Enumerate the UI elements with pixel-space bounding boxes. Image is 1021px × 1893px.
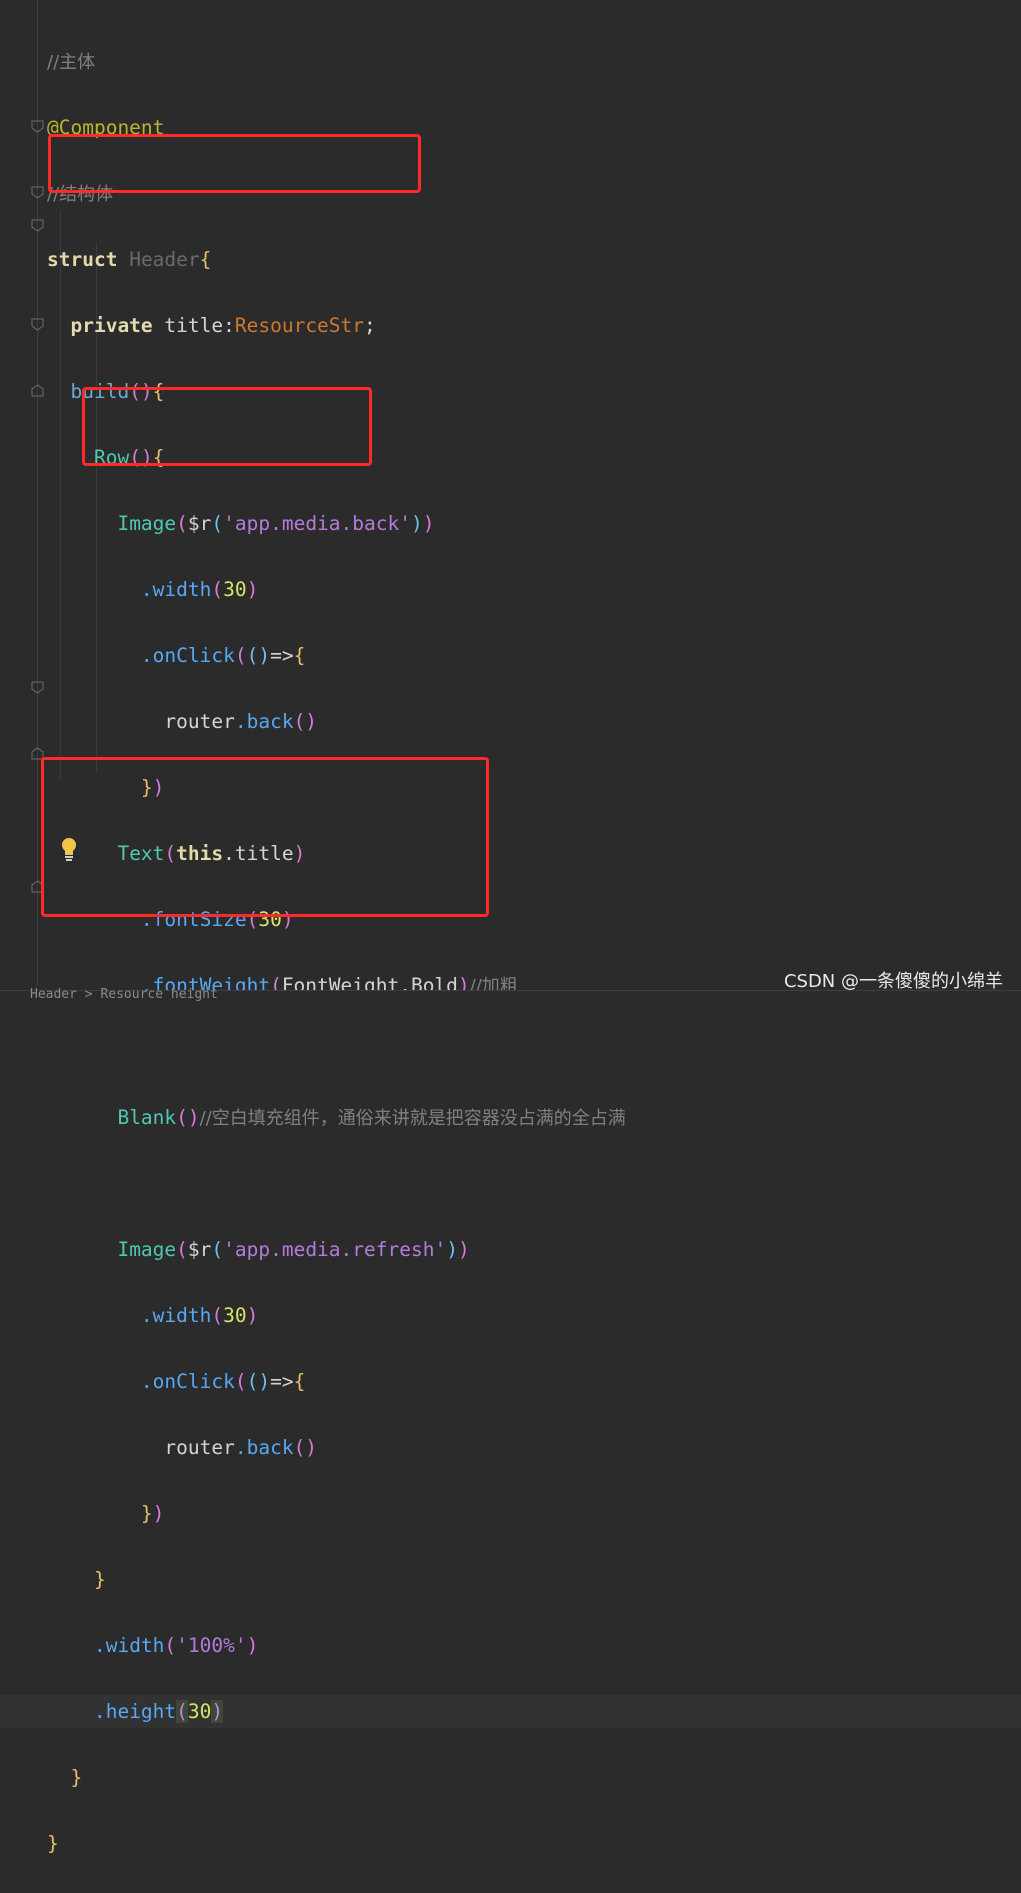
code-line: }) — [140, 1502, 165, 1525]
code-line: struct Header{ — [47, 248, 212, 271]
highlight-box — [41, 757, 489, 917]
number: 30 — [187, 1700, 212, 1723]
code-editor[interactable]: //主体 @Component //结构体 struct Header{ pri… — [0, 12, 1021, 1893]
code-line: .onClick(()=>{ — [140, 644, 306, 667]
keyword: private — [70, 314, 153, 337]
fold-icon[interactable] — [31, 681, 44, 694]
method: .width — [140, 578, 212, 601]
code-line: Blank()//空白填充组件，通俗来讲就是把容器没占满的全占满 — [117, 1106, 626, 1129]
component: Image — [117, 1238, 177, 1261]
code-line: } — [93, 1568, 106, 1591]
method: .onClick — [140, 644, 235, 667]
code-line: router.back() — [164, 710, 318, 733]
keyword: struct — [47, 248, 118, 271]
current-line: .height(30) — [0, 1695, 1021, 1728]
code-line: } — [70, 1766, 83, 1789]
identifier: $r — [187, 1238, 212, 1261]
string: '100%' — [176, 1634, 247, 1657]
fold-icon[interactable] — [31, 318, 44, 331]
editor-gutter — [0, 0, 38, 999]
code-line: .onClick(()=>{ — [140, 1370, 306, 1393]
code-line: private title:ResourceStr; — [70, 314, 376, 337]
code-line: .width(30) — [140, 1304, 259, 1327]
type-name: ResourceStr — [234, 314, 365, 337]
breadcrumb: Header > Resource height — [30, 987, 218, 1002]
code-line: //主体 — [47, 45, 1021, 78]
watermark: CSDN @一条傻傻的小绵羊 — [783, 971, 1003, 992]
code-line: Image($r('app.media.refresh')) — [117, 1238, 470, 1261]
identifier: router — [164, 710, 235, 733]
code-line: Image($r('app.media.back')) — [117, 512, 435, 535]
struct-name: Header — [129, 248, 200, 271]
fold-icon[interactable] — [31, 120, 44, 133]
code-line: .width('100%') — [93, 1634, 259, 1657]
string: 'app.media.refresh' — [223, 1238, 447, 1261]
code-line: router.back() — [164, 1436, 318, 1459]
identifier: router — [164, 1436, 235, 1459]
method: .back — [234, 710, 294, 733]
method: .back — [234, 1436, 294, 1459]
fold-icon[interactable] — [31, 384, 44, 397]
comment: //空白填充组件，通俗来讲就是把容器没占满的全占满 — [199, 1108, 626, 1129]
method: .height — [93, 1700, 177, 1723]
identifier: $r — [187, 512, 212, 535]
code-line: .width(30) — [140, 578, 259, 601]
number: 30 — [223, 578, 247, 601]
method: .width — [93, 1634, 165, 1657]
highlight-box — [48, 134, 421, 193]
component: Image — [117, 512, 177, 535]
string: 'app.media.back' — [223, 512, 411, 535]
method: .width — [140, 1304, 212, 1327]
number: 30 — [223, 1304, 247, 1327]
code-line: } — [47, 1832, 59, 1855]
identifier: title — [164, 314, 224, 337]
highlight-box — [82, 387, 372, 466]
component: Blank — [117, 1106, 177, 1129]
fold-icon[interactable] — [31, 186, 44, 199]
method: .onClick — [140, 1370, 235, 1393]
gutter-divider — [37, 0, 38, 985]
comment: //主体 — [47, 52, 96, 73]
fold-icon[interactable] — [31, 219, 44, 232]
